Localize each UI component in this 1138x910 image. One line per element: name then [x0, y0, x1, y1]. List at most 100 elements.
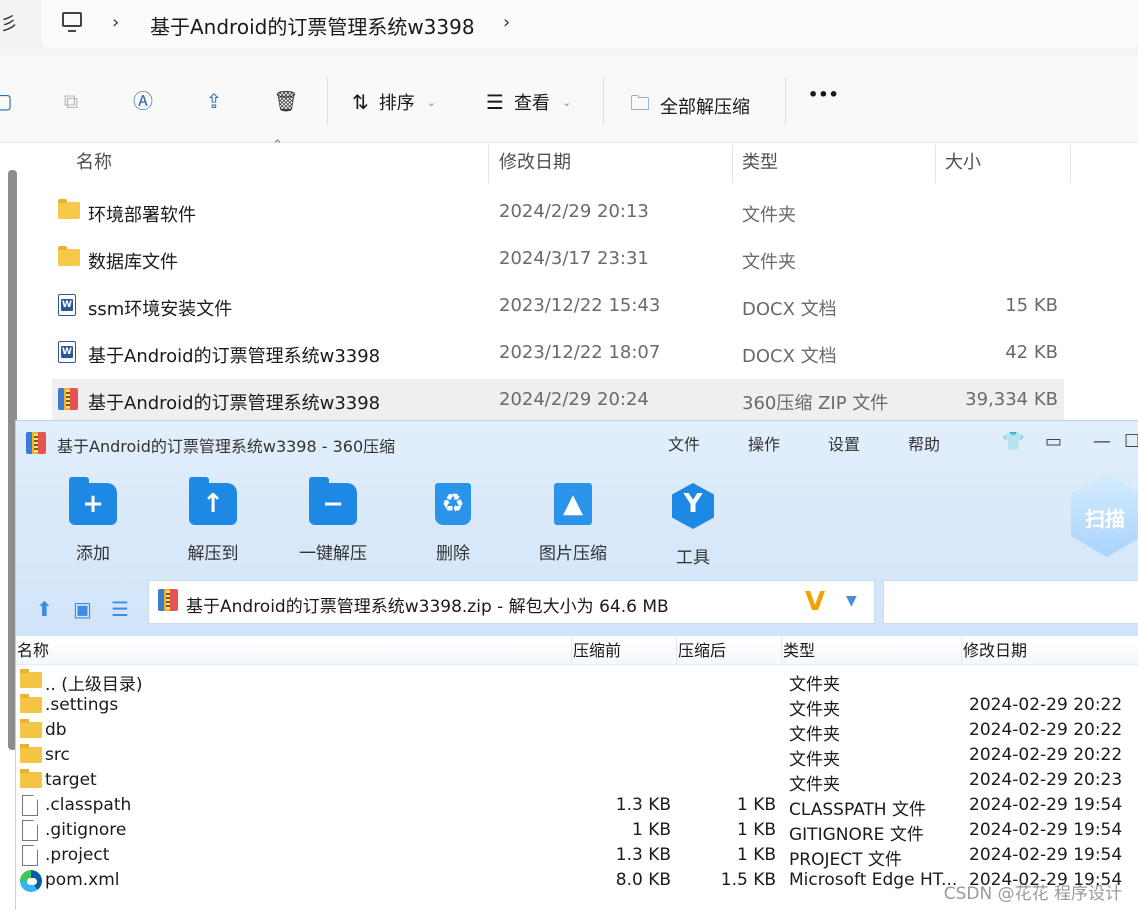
delete-button[interactable]: ♻ 删除: [408, 483, 498, 564]
add-icon: +: [69, 477, 117, 525]
column-header-type[interactable]: 类型: [742, 143, 778, 183]
extract-to-button[interactable]: ↑ 解压到: [168, 477, 258, 564]
file-row[interactable]: ssm环境安装文件 2023/12/22 15:43 DOCX 文档 15 KB: [52, 285, 1064, 329]
maximize-icon[interactable]: ☐: [1124, 431, 1138, 452]
thumbnail-view-icon[interactable]: ▣: [73, 597, 92, 621]
file-size: 39,334 KB: [965, 389, 1058, 410]
more-options-button[interactable]: •••: [808, 85, 839, 104]
sort-button[interactable]: ⇅ 排序 ⌄: [352, 89, 436, 115]
rename-icon[interactable]: Ⓐ: [130, 88, 156, 114]
edge-icon: [20, 870, 42, 892]
column-header-size[interactable]: 大小: [945, 143, 981, 183]
column-divider[interactable]: [1070, 145, 1071, 183]
menu-file[interactable]: 文件: [668, 431, 700, 455]
archive-path-field[interactable]: 基于Android的订票管理系统w3398.zip - 解包大小为 64.6 M…: [148, 580, 875, 624]
zip-archive-icon: [58, 388, 78, 410]
paste-icon[interactable]: ⧉: [58, 88, 84, 114]
file-size: 42 KB: [1005, 342, 1058, 363]
column-divider[interactable]: [488, 145, 489, 183]
archive-row[interactable]: .project 1.3 KB 1 KB PROJECT 文件 2024-02-…: [16, 843, 1138, 870]
column-divider[interactable]: [676, 637, 677, 665]
image-compress-icon: ▲: [554, 483, 592, 525]
file-date: 2024/3/17 23:31: [499, 248, 649, 269]
delete-icon[interactable]: 🗑: [273, 88, 299, 114]
word-doc-icon: [58, 341, 76, 363]
skin-icon[interactable]: 👕: [1002, 431, 1024, 452]
extract-all-button[interactable]: 🗀 全部解压缩: [630, 89, 750, 123]
column-header-date[interactable]: 修改日期: [499, 143, 571, 183]
archive-row[interactable]: target 文件夹 2024-02-29 20:23: [16, 768, 1138, 795]
zip-column-before[interactable]: 压缩前: [573, 637, 621, 665]
file-type: 360压缩 ZIP 文件: [742, 393, 889, 414]
archive-row[interactable]: src 文件夹 2024-02-29 20:22: [16, 743, 1138, 770]
file-row[interactable]: 基于Android的订票管理系统w3398 2023/12/22 18:07 D…: [52, 332, 1064, 376]
entry-type: 文件夹: [789, 725, 840, 745]
column-divider[interactable]: [571, 637, 572, 665]
archive-row[interactable]: .. (上级目录) 文件夹: [16, 668, 1138, 695]
archive-row[interactable]: db 文件夹 2024-02-29 20:22: [16, 718, 1138, 745]
new-icon[interactable]: ▢: [0, 88, 16, 114]
menu-help[interactable]: 帮助: [908, 431, 940, 455]
entry-name: pom.xml: [45, 870, 120, 890]
file-name: 环境部署软件: [88, 205, 196, 226]
breadcrumb-chevron-icon[interactable]: ›: [112, 12, 119, 33]
zip-column-type[interactable]: 类型: [783, 637, 815, 665]
column-divider[interactable]: [935, 145, 936, 183]
file-row[interactable]: 环境部署软件 2024/2/29 20:13 文件夹: [52, 191, 1064, 235]
view-button[interactable]: ☰ 查看 ⌄: [486, 89, 571, 115]
breadcrumb-expand-chevron-icon[interactable]: ›: [503, 12, 510, 33]
menu-settings[interactable]: 设置: [828, 431, 860, 455]
entry-type: GITIGNORE 文件: [789, 825, 924, 845]
column-divider[interactable]: [961, 637, 962, 665]
file-row[interactable]: 数据库文件 2024/3/17 23:31 文件夹: [52, 238, 1064, 282]
entry-size-before: 1.3 KB: [615, 845, 671, 865]
archive-row[interactable]: .settings 文件夹 2024-02-29 20:22: [16, 693, 1138, 720]
entry-size-before: 1 KB: [631, 820, 671, 840]
archive-row[interactable]: .gitignore 1 KB 1 KB GITIGNORE 文件 2024-0…: [16, 818, 1138, 845]
this-pc-icon[interactable]: [62, 12, 82, 32]
feedback-icon[interactable]: ▭: [1045, 431, 1062, 452]
column-header-name[interactable]: 名称: [76, 143, 112, 183]
entry-date: 2024-02-29 20:22: [969, 720, 1123, 740]
folder-icon: [20, 669, 42, 688]
word-doc-icon: [58, 294, 76, 316]
path-dropdown-icon[interactable]: ▼: [846, 593, 857, 609]
zip-column-date[interactable]: 修改日期: [963, 637, 1027, 665]
one-click-extract-icon: −: [309, 477, 357, 525]
archive-path-text: 基于Android的订票管理系统w3398.zip - 解包大小为 64.6 M…: [186, 597, 669, 617]
file-type: DOCX 文档: [742, 346, 837, 367]
entry-type: 文件夹: [789, 700, 840, 720]
file-date: 2023/12/22 18:07: [499, 342, 661, 363]
zip-column-after[interactable]: 压缩后: [678, 637, 726, 665]
add-button[interactable]: + 添加: [48, 477, 138, 564]
minimize-icon[interactable]: —: [1093, 431, 1111, 452]
entry-name: .gitignore: [45, 820, 127, 840]
entry-size-after: 1 KB: [736, 845, 776, 865]
menu-operation[interactable]: 操作: [748, 431, 780, 455]
zip-window-header: 基于Android的订票管理系统w3398 - 360压缩 文件 操作 设置 帮…: [16, 421, 1138, 636]
scan-button[interactable]: 扫描: [1071, 473, 1138, 557]
archive-search-input[interactable]: [883, 580, 1138, 624]
entry-type: 文件夹: [789, 750, 840, 770]
one-click-extract-button[interactable]: − 一键解压: [288, 477, 378, 564]
extract-all-label: 全部解压缩: [660, 97, 750, 118]
file-date: 2024/2/29 20:24: [499, 389, 649, 410]
verified-v-icon[interactable]: V: [805, 587, 825, 617]
column-divider[interactable]: [781, 637, 782, 665]
zip-column-name[interactable]: 名称: [17, 637, 49, 665]
tools-button[interactable]: Y 工具: [648, 483, 738, 568]
up-level-icon[interactable]: ⬆: [36, 597, 53, 621]
entry-size-after: 1 KB: [736, 795, 776, 815]
entry-date: 2024-02-29 20:23: [969, 770, 1123, 790]
list-view-icon[interactable]: ☰: [111, 597, 129, 621]
breadcrumb-current-folder[interactable]: 基于Android的订票管理系统w3398: [150, 11, 475, 40]
image-compress-button[interactable]: ▲ 图片压缩: [528, 483, 618, 564]
file-type: 文件夹: [742, 252, 796, 273]
entry-name: .settings: [45, 695, 119, 715]
entry-name: .project: [45, 845, 110, 865]
column-divider[interactable]: [732, 145, 733, 183]
file-row-selected[interactable]: 基于Android的订票管理系统w3398 2024/2/29 20:24 36…: [52, 379, 1064, 423]
file-size: 15 KB: [1005, 295, 1058, 316]
archive-row[interactable]: .classpath 1.3 KB 1 KB CLASSPATH 文件 2024…: [16, 793, 1138, 820]
share-icon[interactable]: ⇪: [201, 88, 227, 114]
